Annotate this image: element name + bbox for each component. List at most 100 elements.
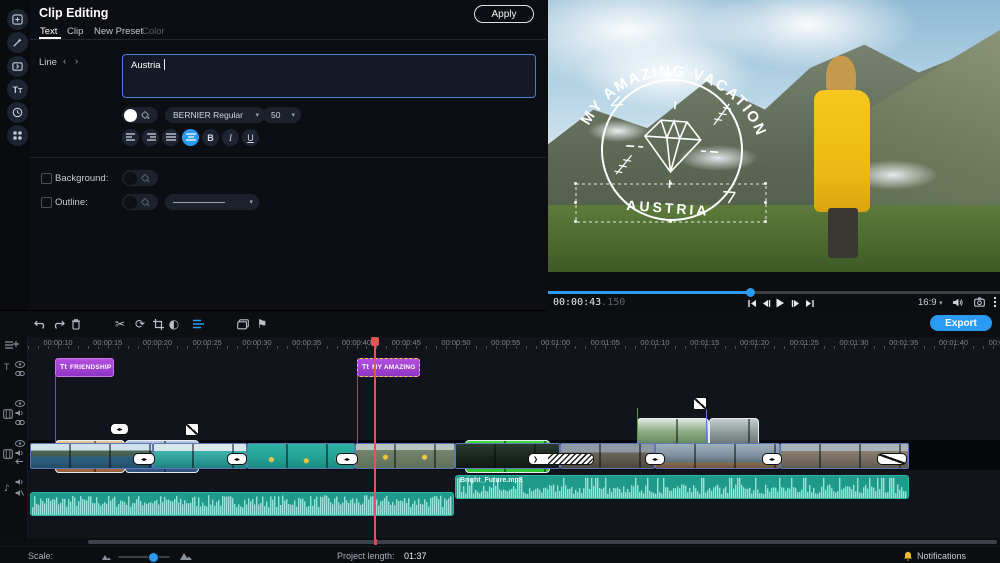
prev-frame-button[interactable] bbox=[760, 298, 772, 308]
filters-button[interactable] bbox=[7, 32, 28, 53]
import-media-button[interactable] bbox=[7, 9, 28, 30]
italic-button[interactable]: I bbox=[222, 129, 239, 146]
export-button[interactable]: Export bbox=[930, 315, 992, 331]
section-divider bbox=[30, 157, 546, 158]
transition-badge-arrows[interactable]: ◂▸ bbox=[336, 453, 358, 465]
stickers-button[interactable] bbox=[7, 102, 28, 123]
line-style-sample bbox=[173, 202, 225, 203]
overlay-track-audio-icon[interactable] bbox=[15, 409, 24, 419]
clip-connector-line bbox=[55, 375, 56, 443]
preview-menu-button[interactable] bbox=[989, 297, 1000, 307]
add-track-icon[interactable] bbox=[5, 340, 19, 352]
tab-new-preset[interactable]: New Preset bbox=[94, 26, 143, 37]
volume-button[interactable] bbox=[951, 297, 963, 307]
play-button[interactable] bbox=[774, 298, 786, 308]
transition-badge-fade[interactable] bbox=[877, 453, 907, 465]
audio-clip[interactable]: Bright_Future.mp3 bbox=[455, 475, 909, 499]
timeline-scrollbar[interactable] bbox=[0, 538, 1000, 546]
ruler-tick bbox=[337, 346, 338, 349]
undo-button[interactable] bbox=[32, 316, 48, 332]
transition-badge-wide[interactable]: ❯ bbox=[528, 453, 594, 465]
notifications-button[interactable]: Notifications bbox=[917, 551, 966, 561]
bold-button[interactable]: B bbox=[202, 129, 219, 146]
background-checkbox[interactable] bbox=[41, 173, 52, 184]
video-editor-window: TT Clip Editing Apply Text Clip New Pres… bbox=[0, 0, 1000, 563]
skip-end-button[interactable] bbox=[803, 298, 815, 308]
align-center-button[interactable] bbox=[182, 129, 199, 146]
line-next-arrow[interactable]: › bbox=[75, 56, 78, 67]
color-adjustments-button[interactable]: ◐ bbox=[166, 316, 182, 332]
skip-start-button[interactable] bbox=[746, 298, 758, 308]
tab-text[interactable]: Text bbox=[40, 26, 57, 37]
redo-button[interactable] bbox=[50, 316, 66, 332]
snapshot-button[interactable] bbox=[973, 297, 985, 307]
outline-style-select[interactable]: ▾ bbox=[165, 194, 259, 210]
title-track-link-icon[interactable] bbox=[15, 370, 25, 379]
video-preview[interactable]: MY AMAZING VACATION AUSTRIA bbox=[548, 0, 1000, 272]
title-clip[interactable]: TtMY AMAZING bbox=[357, 358, 420, 377]
outline-checkbox[interactable] bbox=[41, 197, 52, 208]
clip-properties-button[interactable] bbox=[191, 316, 207, 332]
ruler-tick bbox=[376, 346, 377, 349]
scale-slider-knob[interactable] bbox=[148, 552, 159, 563]
overlay-track-visibility-icon[interactable] bbox=[15, 400, 25, 409]
transition-badge-arrows[interactable]: ◂▸ bbox=[227, 453, 247, 465]
video-track-visibility-icon[interactable] bbox=[15, 440, 25, 449]
outline-color-toggle[interactable] bbox=[122, 194, 158, 210]
text-color-toggle[interactable] bbox=[122, 107, 158, 123]
titles-button[interactable]: TT bbox=[7, 79, 28, 100]
aspect-ratio-select[interactable]: 16:9 ▾ bbox=[918, 297, 943, 308]
playhead-line[interactable] bbox=[374, 337, 376, 540]
more-tools-button[interactable] bbox=[7, 125, 28, 146]
title-clip-icon: Tt bbox=[60, 364, 67, 371]
rotate-button[interactable]: ⟳ bbox=[132, 316, 148, 332]
align-left-button[interactable] bbox=[122, 129, 139, 146]
audio-clip[interactable] bbox=[30, 492, 454, 516]
apply-button[interactable]: Apply bbox=[474, 5, 534, 23]
zoom-in-icon[interactable] bbox=[180, 551, 192, 560]
delete-button[interactable] bbox=[68, 316, 84, 332]
transitions-button[interactable] bbox=[7, 56, 28, 77]
transition-badge-arrows[interactable]: ◂▸ bbox=[133, 453, 155, 465]
split-button[interactable]: ✂ bbox=[112, 316, 128, 332]
ruler-tick bbox=[924, 346, 925, 349]
ruler-tick bbox=[386, 346, 387, 349]
audio-track-volume-icon[interactable] bbox=[15, 478, 24, 488]
align-right-button[interactable] bbox=[142, 129, 159, 146]
video-track-arrow-icon[interactable] bbox=[15, 458, 24, 467]
transition-badge-fadesq[interactable] bbox=[693, 397, 707, 410]
tab-color[interactable]: Color bbox=[142, 26, 165, 37]
title-overlay-stamp[interactable]: MY AMAZING VACATION AUSTRIA bbox=[548, 0, 1000, 272]
next-frame-button[interactable] bbox=[789, 298, 801, 308]
seek-knob[interactable] bbox=[746, 288, 755, 297]
align-justify-button[interactable] bbox=[162, 129, 179, 146]
font-size-select[interactable]: 50 ▾ bbox=[263, 107, 301, 123]
slideshow-button[interactable] bbox=[235, 316, 251, 332]
transition-badge-arrows[interactable]: ◂▸ bbox=[762, 453, 782, 465]
transition-badge-fadesq[interactable] bbox=[185, 423, 199, 436]
scrollbar-thumb[interactable] bbox=[88, 540, 997, 544]
underline-button[interactable]: U bbox=[242, 129, 259, 146]
tab-clip[interactable]: Clip bbox=[67, 26, 83, 37]
line-prev-arrow[interactable]: ‹ bbox=[63, 56, 66, 67]
overlay-track-link-icon[interactable] bbox=[15, 419, 25, 428]
font-family-select[interactable]: BERNIER Regular ▾ bbox=[165, 107, 265, 123]
video-clip-yellow-hiker[interactable] bbox=[355, 443, 455, 469]
transition-badge-arrows[interactable]: ◂▸ bbox=[645, 453, 665, 465]
crop-button[interactable] bbox=[150, 316, 166, 332]
zoom-out-icon[interactable] bbox=[102, 553, 111, 560]
ruler-tick bbox=[735, 346, 736, 349]
marker-button[interactable]: ⚑ bbox=[254, 316, 270, 332]
seek-bar[interactable] bbox=[548, 291, 1000, 294]
background-color-toggle[interactable] bbox=[122, 170, 158, 186]
ruler-tick bbox=[685, 346, 686, 349]
audio-track-mute-icon[interactable] bbox=[15, 489, 24, 499]
timeline-toolbar: ✂ ⟳ ◐ ⚑ Export bbox=[0, 311, 1000, 337]
title-text-input[interactable]: Austria bbox=[122, 54, 536, 98]
scale-slider-track[interactable] bbox=[118, 556, 170, 558]
ruler-tick bbox=[277, 346, 278, 349]
title-track-visibility-icon[interactable] bbox=[15, 361, 25, 370]
transition-badge-arrows[interactable]: ◂▸ bbox=[110, 423, 129, 435]
align-center-icon bbox=[186, 133, 196, 142]
title-clip[interactable]: TtFRIENDSHIP bbox=[55, 358, 114, 377]
